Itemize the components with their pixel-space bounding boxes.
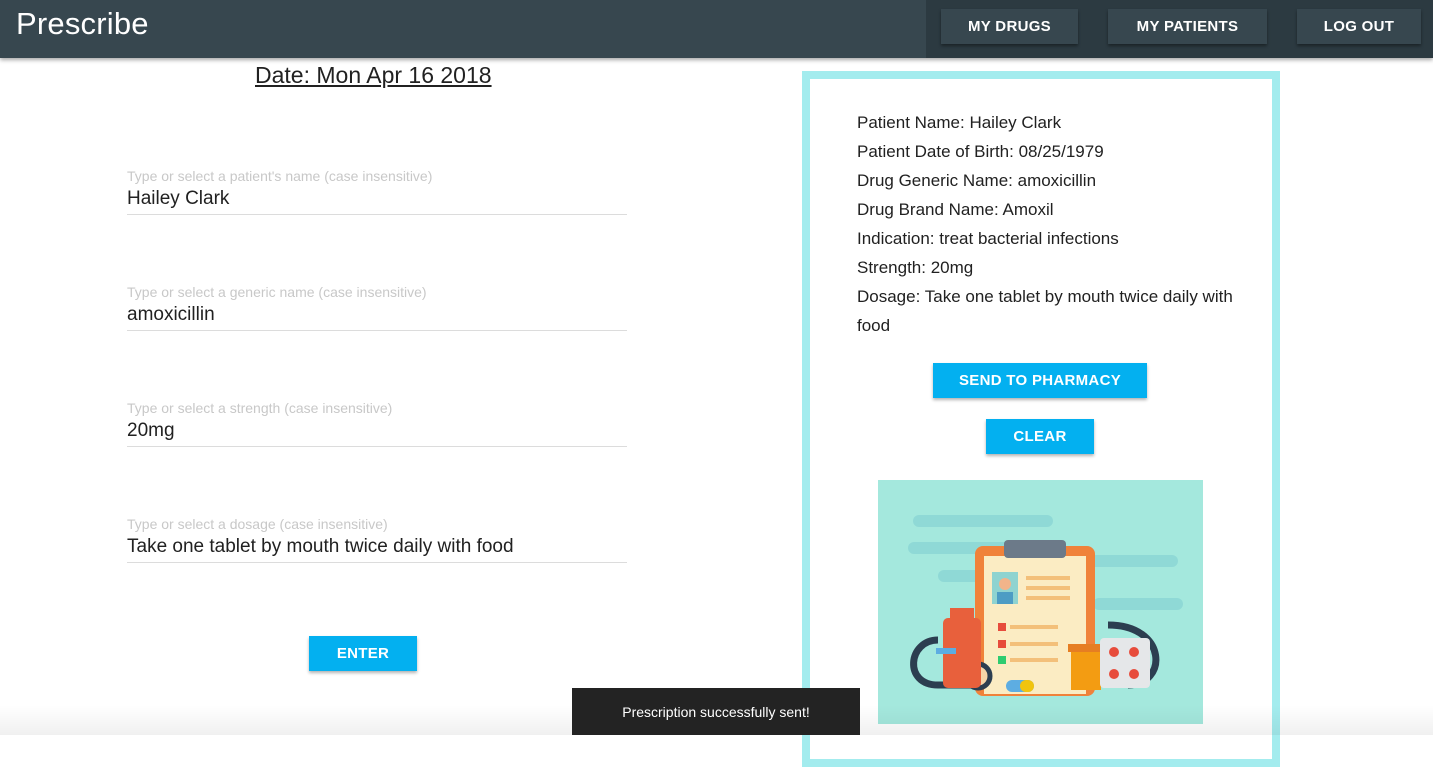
dosage-value[interactable]: Take one tablet by mouth twice daily wit…: [127, 536, 514, 558]
nav-buttons: MY DRUGS MY PATIENTS LOG OUT: [926, 0, 1433, 58]
dosage-line: Dosage: Take one tablet by mouth twice d…: [857, 287, 1233, 335]
log-out-button[interactable]: LOG OUT: [1297, 9, 1421, 44]
patient-name-value[interactable]: Hailey Clark: [127, 188, 229, 210]
brand-name-line: Drug Brand Name: Amoxil: [857, 200, 1054, 219]
my-drugs-button[interactable]: MY DRUGS: [941, 9, 1078, 44]
medical-clipboard-illustration: [878, 480, 1203, 724]
patient-name-line: Patient Name: Hailey Clark: [857, 113, 1062, 132]
generic-name-line: Drug Generic Name: amoxicillin: [857, 171, 1097, 190]
strength-value[interactable]: 20mg: [127, 420, 175, 442]
prescription-date: Date: Mon Apr 16 2018: [255, 62, 492, 88]
patient-name-placeholder: Type or select a patient's name (case in…: [127, 168, 433, 184]
strength-field[interactable]: Type or select a strength (case insensit…: [127, 400, 627, 447]
generic-name-placeholder: Type or select a generic name (case inse…: [127, 284, 427, 300]
my-patients-button[interactable]: MY PATIENTS: [1108, 9, 1267, 44]
snackbar-notification: Prescription successfully sent!: [572, 688, 860, 735]
enter-button[interactable]: ENTER: [309, 636, 417, 671]
prescription-details: Patient Name: Hailey Clark Patient Date …: [857, 108, 1237, 340]
strength-line: Strength: 20mg: [857, 258, 974, 277]
app-title: Prescribe: [16, 6, 149, 41]
send-to-pharmacy-button[interactable]: SEND TO PHARMACY: [933, 363, 1147, 398]
clear-button[interactable]: CLEAR: [986, 419, 1094, 454]
generic-name-value[interactable]: amoxicillin: [127, 304, 215, 326]
generic-name-field[interactable]: Type or select a generic name (case inse…: [127, 284, 627, 331]
patient-dob-line: Patient Date of Birth: 08/25/1979: [857, 142, 1104, 161]
indication-line: Indication: treat bacterial infections: [857, 229, 1119, 248]
patient-name-field[interactable]: Type or select a patient's name (case in…: [127, 168, 627, 215]
dosage-field[interactable]: Type or select a dosage (case insensitiv…: [127, 516, 627, 563]
top-app-bar: Prescribe MY DRUGS MY PATIENTS LOG OUT: [0, 0, 1433, 58]
strength-placeholder: Type or select a strength (case insensit…: [127, 400, 393, 416]
dosage-placeholder: Type or select a dosage (case insensitiv…: [127, 516, 388, 532]
